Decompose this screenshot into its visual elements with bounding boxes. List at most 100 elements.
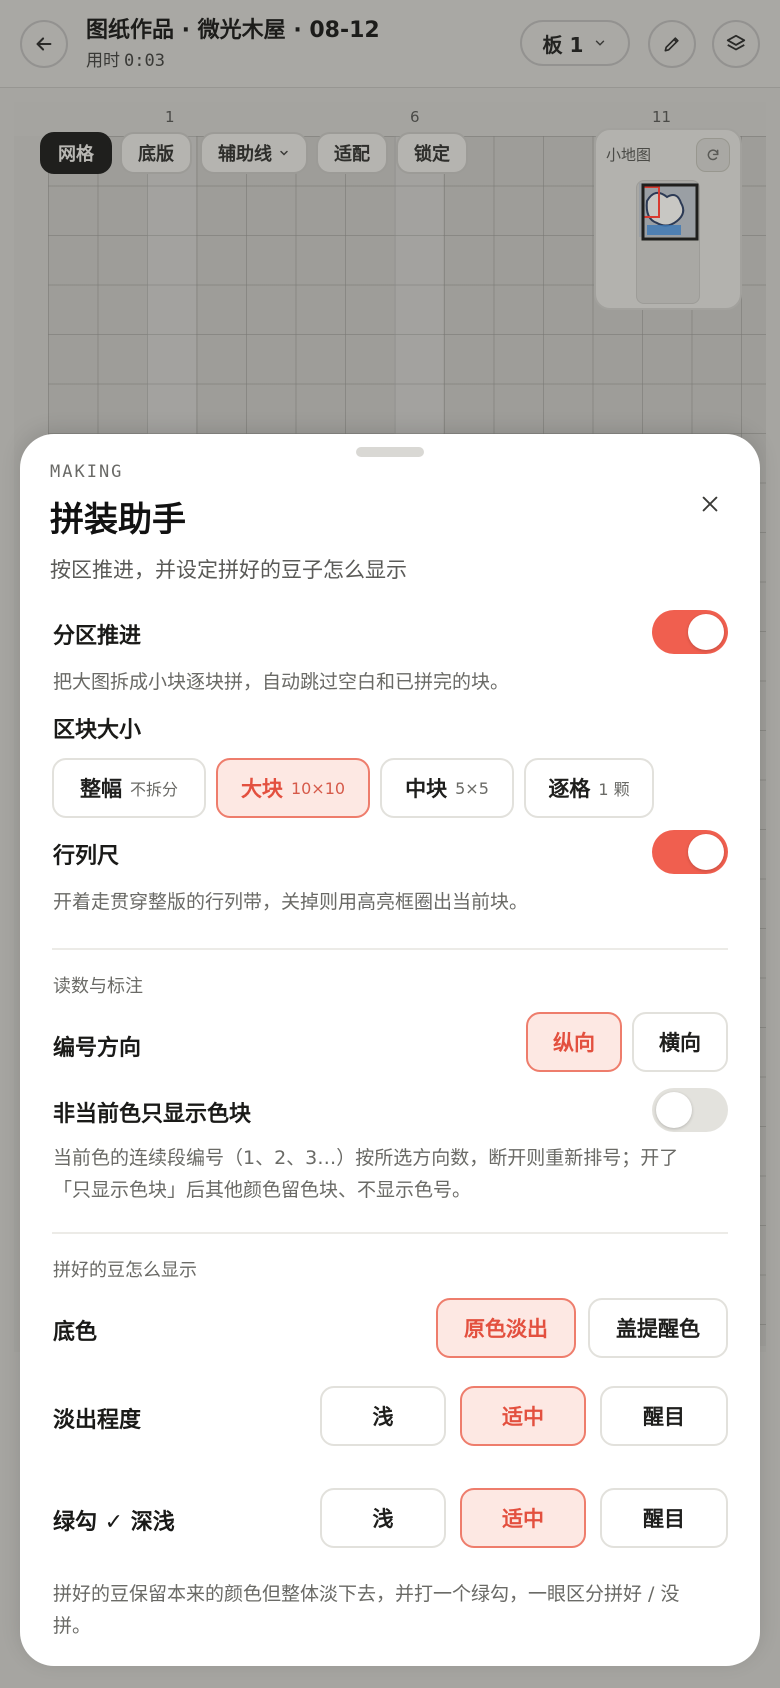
- sheet-eyebrow: MAKING: [50, 462, 124, 482]
- done-display-section-label: 拼好的豆怎么显示: [53, 1260, 197, 1281]
- chevron-down-icon: [596, 40, 605, 46]
- assembly-assistant-sheet: MAKING 拼装助手 按区推进，并设定拼好的豆子怎么显示 分区推进 把大图拆成…: [20, 434, 760, 1666]
- option-main: 整幅: [79, 777, 122, 801]
- option-label: 适中: [502, 1507, 544, 1531]
- done-display-desc: 拼好的豆保留本来的颜色但整体淡下去，并打一个绿勾，一眼区分拼好 / 没 拼。: [53, 1578, 679, 1642]
- divider: [52, 1232, 728, 1234]
- chevron-down-icon: [280, 150, 288, 156]
- close-button[interactable]: [690, 484, 730, 524]
- block-size-option-single[interactable]: 逐格 1 颗: [524, 758, 654, 818]
- reading-section-label: 读数与标注: [53, 976, 143, 997]
- minimap-board: [636, 180, 700, 304]
- pencil-icon: [664, 37, 679, 52]
- fade-level-light-option[interactable]: 浅: [320, 1386, 446, 1446]
- option-label: 醒目: [643, 1405, 685, 1429]
- toggle-knob: [688, 614, 724, 650]
- sheet-subtitle: 按区推进，并设定拼好的豆子怎么显示: [50, 558, 407, 582]
- fade-level-strong-option[interactable]: 醒目: [600, 1386, 728, 1446]
- block-size-option-large[interactable]: 大块 10×10: [216, 758, 370, 818]
- check-shade-medium-option[interactable]: 适中: [460, 1488, 586, 1548]
- check-shade-label: 绿勾 ✓ 深浅: [53, 1510, 175, 1535]
- layers-button[interactable]: [712, 20, 760, 68]
- board-selector[interactable]: 板 1: [520, 20, 630, 66]
- refresh-icon: [707, 149, 719, 161]
- option-label: 适中: [502, 1405, 544, 1429]
- check-shade-strong-option[interactable]: 醒目: [600, 1488, 728, 1548]
- sheet-title: 拼装助手: [50, 500, 186, 540]
- chip-label: 锁定: [414, 144, 450, 165]
- ruler-toggle[interactable]: [652, 830, 728, 874]
- base-color-label: 底色: [53, 1320, 98, 1345]
- minimap[interactable]: 小地图: [594, 128, 742, 310]
- numbering-direction-label: 编号方向: [53, 1036, 142, 1061]
- layers-icon: [726, 34, 746, 51]
- block-size-option-medium[interactable]: 中块 5×5: [380, 758, 514, 818]
- elapsed-label: 用时: [86, 51, 120, 71]
- zone-progress-toggle[interactable]: [652, 610, 728, 654]
- chip-label: 辅助线: [218, 144, 272, 165]
- chip-label: 底版: [138, 144, 174, 165]
- option-sub: 10×10: [290, 778, 346, 798]
- option-main: 逐格: [548, 777, 591, 801]
- page-title: 图纸作品 · 微光木屋 · 08-12: [86, 18, 380, 43]
- elapsed-value: 0:03: [124, 51, 165, 71]
- minimap-title: 小地图: [606, 146, 652, 164]
- option-label: 浅: [372, 1405, 394, 1429]
- blocks-only-label: 非当前色只显示色块: [53, 1102, 252, 1127]
- base-color-reminder-option[interactable]: 盖提醒色: [588, 1298, 728, 1358]
- option-main: 大块: [240, 777, 283, 801]
- board-label: 板 1: [542, 32, 584, 57]
- option-main: 中块: [405, 777, 448, 801]
- arrow-left-icon: [36, 37, 52, 51]
- elapsed-time: 用时 0:03: [86, 46, 165, 71]
- desc-line: 「只显示色块」后其他颜色留色块、不显示色号。: [53, 1179, 472, 1201]
- option-label: 横向: [659, 1031, 701, 1055]
- base-plate-chip[interactable]: 底版: [120, 132, 192, 174]
- option-sub: 5×5: [455, 778, 489, 798]
- drag-handle[interactable]: [356, 447, 424, 457]
- desc-line: 拼。: [53, 1615, 92, 1637]
- fade-level-medium-option[interactable]: 适中: [460, 1386, 586, 1446]
- ruler-desc: 开着走贯穿整版的行列带，关掉则用高亮框圈出当前块。: [53, 891, 529, 913]
- option-label: 纵向: [553, 1031, 595, 1055]
- minimap-refresh-button[interactable]: [696, 138, 730, 172]
- base-color-fade-option[interactable]: 原色淡出: [436, 1298, 576, 1358]
- numbering-horizontal-option[interactable]: 横向: [632, 1012, 728, 1072]
- option-label: 原色淡出: [464, 1317, 548, 1341]
- top-bar: 图纸作品 · 微光木屋 · 08-12 用时 0:03 板 1: [0, 0, 780, 88]
- option-sub: 1 颗: [598, 780, 630, 799]
- lock-chip[interactable]: 锁定: [396, 132, 468, 174]
- toggle-knob: [656, 1092, 692, 1128]
- close-icon: [702, 496, 718, 512]
- blocks-only-toggle[interactable]: [652, 1088, 728, 1132]
- check-shade-light-option[interactable]: 浅: [320, 1488, 446, 1548]
- blocks-only-desc: 当前色的连续段编号（1、2、3…）按所选方向数，断开则重新排号；开了 「只显示色…: [53, 1142, 678, 1206]
- canvas-toolbar: 网格 底版 辅助线 适配 锁定: [40, 132, 468, 174]
- block-size-option-whole[interactable]: 整幅 不拆分: [52, 758, 206, 818]
- chip-label: 适配: [334, 144, 370, 165]
- back-button[interactable]: [20, 20, 68, 68]
- desc-line: 拼好的豆保留本来的颜色但整体淡下去，并打一个绿勾，一眼区分拼好 / 没: [53, 1583, 680, 1605]
- edit-button[interactable]: [648, 20, 696, 68]
- option-label: 浅: [372, 1507, 394, 1531]
- zone-progress-label: 分区推进: [53, 624, 142, 649]
- fade-level-label: 淡出程度: [53, 1408, 142, 1433]
- divider: [52, 948, 728, 950]
- option-sub: 不拆分: [129, 780, 178, 799]
- guides-chip[interactable]: 辅助线: [200, 132, 308, 174]
- grid-toggle-chip[interactable]: 网格: [40, 132, 112, 174]
- chip-label: 网格: [58, 144, 94, 165]
- ruler-number: 1: [165, 108, 175, 126]
- minimap-thumbnail: [639, 183, 699, 241]
- ruler-number: 11: [652, 108, 672, 126]
- toggle-knob: [688, 834, 724, 870]
- numbering-vertical-option[interactable]: 纵向: [526, 1012, 622, 1072]
- desc-line: 当前色的连续段编号（1、2、3…）按所选方向数，断开则重新排号；开了: [53, 1147, 679, 1169]
- ruler-label: 行列尺: [53, 844, 120, 869]
- ruler-number: 6: [410, 108, 420, 126]
- block-size-label: 区块大小: [53, 718, 142, 743]
- option-label: 醒目: [643, 1507, 685, 1531]
- fit-chip[interactable]: 适配: [316, 132, 388, 174]
- option-label: 盖提醒色: [616, 1317, 700, 1341]
- zone-progress-desc: 把大图拆成小块逐块拼，自动跳过空白和已拼完的块。: [53, 671, 510, 693]
